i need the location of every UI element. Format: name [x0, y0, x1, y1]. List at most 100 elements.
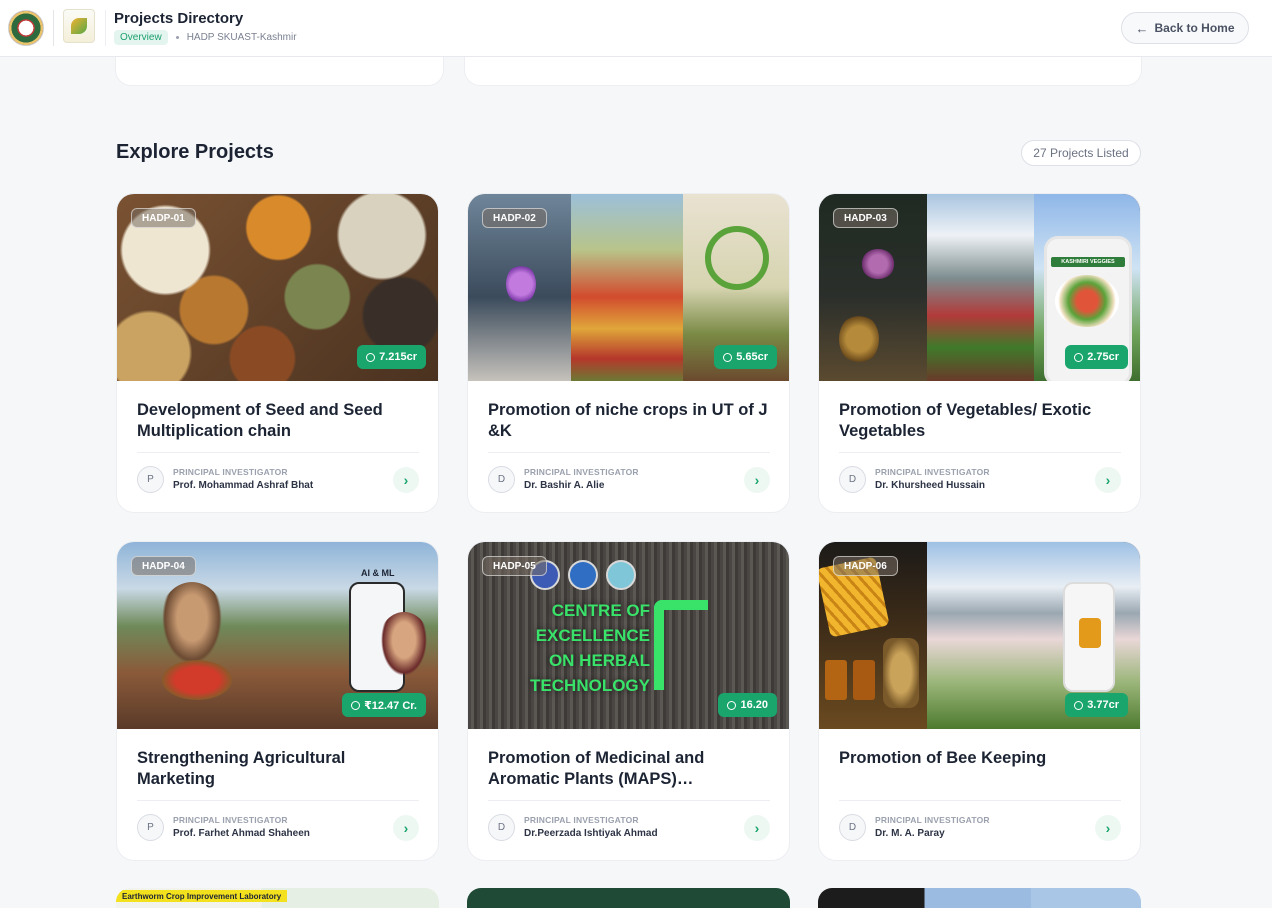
project-image: AI & ML HADP-04 ₹12.47 Cr.	[117, 542, 438, 729]
open-project-button[interactable]: ›	[744, 467, 770, 493]
card-divider	[839, 800, 1121, 801]
budget-badge: 7.215cr	[357, 345, 426, 369]
honey-jar	[825, 660, 847, 700]
woman-figure	[377, 612, 431, 682]
back-to-home-label: Back to Home	[1154, 21, 1235, 35]
budget-value: ₹12.47 Cr.	[364, 699, 417, 712]
image-panel	[571, 194, 683, 381]
project-code-tag: HADP-04	[131, 556, 196, 576]
budget-badge: 5.65cr	[714, 345, 777, 369]
budget-badge: 2.75cr	[1065, 345, 1128, 369]
breadcrumb: Overview HADP SKUAST-Kashmir	[114, 30, 297, 45]
sign-line: CENTRE OF	[551, 601, 650, 620]
pi-label: PRINCIPAL INVESTIGATOR	[524, 467, 639, 477]
card-divider	[488, 452, 770, 453]
breadcrumb-separator	[175, 36, 179, 39]
page-title: Projects Directory	[114, 10, 244, 27]
chevron-right-icon: ›	[403, 820, 409, 836]
pi-name: Dr. M. A. Paray	[875, 828, 945, 839]
budget-value: 5.65cr	[736, 351, 768, 363]
emblem-icon	[606, 560, 636, 590]
herbal-logo	[654, 600, 708, 690]
coin-icon	[1074, 700, 1084, 710]
budget-badge: ₹12.47 Cr.	[342, 693, 426, 717]
project-image: HADP-01 7.215cr	[117, 194, 438, 381]
open-project-button[interactable]: ›	[1095, 815, 1121, 841]
chevron-right-icon: ›	[754, 820, 760, 836]
pi-avatar: D	[839, 466, 866, 493]
section-title: Explore Projects	[116, 141, 274, 163]
project-card[interactable]	[818, 888, 1141, 908]
open-project-button[interactable]: ›	[393, 815, 419, 841]
overview-tag[interactable]: Overview	[114, 30, 168, 45]
hadp-logo	[63, 9, 95, 43]
back-to-home-button[interactable]: ← Back to Home	[1121, 12, 1249, 44]
open-project-button[interactable]: ›	[393, 467, 419, 493]
summary-card	[464, 57, 1142, 86]
card-divider	[839, 452, 1121, 453]
project-title[interactable]: Promotion of Vegetables/ Exotic Vegetabl…	[839, 400, 1129, 442]
pi-name: Prof. Mohammad Ashraf Bhat	[173, 480, 314, 491]
project-code-tag: HADP-03	[833, 208, 898, 228]
phone-app-title: KASHMIRI VEGGIES	[1051, 257, 1125, 267]
project-code-tag: HADP-01	[131, 208, 196, 228]
project-card[interactable]: AI & ML HADP-04 ₹12.47 Cr. Strengthening…	[116, 541, 439, 861]
card-divider	[137, 800, 419, 801]
project-image: CENTRE OF EXCELLENCE ON HERBAL TECHNOLOG…	[468, 542, 789, 729]
samovar	[883, 638, 919, 708]
project-card[interactable]: CENTRE OF EXCELLENCE ON HERBAL TECHNOLOG…	[467, 541, 790, 861]
pi-name: Dr. Bashir A. Alie	[524, 480, 605, 491]
pi-avatar: D	[488, 814, 515, 841]
budget-badge: 16.20	[718, 693, 777, 717]
project-title[interactable]: Development of Seed and Seed Multiplicat…	[137, 400, 427, 442]
pi-label: PRINCIPAL INVESTIGATOR	[173, 815, 288, 825]
emblem-icon	[568, 560, 598, 590]
project-code-tag: HADP-06	[833, 556, 898, 576]
card-divider	[137, 452, 419, 453]
coin-icon	[1074, 352, 1084, 362]
pi-avatar: P	[137, 814, 164, 841]
card-divider	[488, 800, 770, 801]
sign-line: TECHNOLOGY	[530, 676, 650, 695]
top-bar: Projects Directory Overview HADP SKUAST-…	[0, 0, 1272, 57]
summary-card	[115, 57, 444, 86]
budget-badge: 3.77cr	[1065, 693, 1128, 717]
project-card[interactable]: HADP-02 5.65cr Promotion of niche crops …	[467, 193, 790, 513]
pi-name: Prof. Farhet Ahmad Shaheen	[173, 828, 310, 839]
project-card[interactable]: HADP-06 3.77cr Promotion of Bee Keeping …	[818, 541, 1141, 861]
pi-label: PRINCIPAL INVESTIGATOR	[875, 467, 990, 477]
phone-mockup	[1063, 582, 1115, 692]
project-image: KASHMIRI VEGGIES HADP-03 2.75cr	[819, 194, 1140, 381]
leaf-icon	[71, 18, 87, 34]
pi-label: PRINCIPAL INVESTIGATOR	[524, 815, 639, 825]
project-title[interactable]: Promotion of Medicinal and Aromatic Plan…	[488, 748, 778, 790]
pi-name: Dr. Khursheed Hussain	[875, 480, 986, 491]
budget-value: 7.215cr	[379, 351, 417, 363]
org-label: HADP SKUAST-Kashmir	[186, 32, 297, 43]
pi-label: PRINCIPAL INVESTIGATOR	[173, 467, 288, 477]
logo-divider	[53, 10, 54, 46]
arrow-left-icon: ←	[1135, 20, 1149, 36]
pi-avatar: D	[839, 814, 866, 841]
tomato-basket	[162, 660, 232, 700]
herbal-sign: CENTRE OF EXCELLENCE ON HERBAL TECHNOLOG…	[490, 598, 650, 698]
open-project-button[interactable]: ›	[1095, 467, 1121, 493]
project-title[interactable]: Promotion of Bee Keeping	[839, 748, 1129, 769]
coin-icon	[727, 700, 737, 710]
chevron-right-icon: ›	[754, 472, 760, 488]
project-card[interactable]: HADP-01 7.215cr Development of Seed and …	[116, 193, 439, 513]
coin-icon	[366, 352, 376, 362]
project-card[interactable]: KASHMIRI VEGGIES HADP-03 2.75cr Promotio…	[818, 193, 1141, 513]
project-code-tag: HADP-05	[482, 556, 547, 576]
ai-ml-badge: AI & ML	[361, 568, 395, 578]
open-project-button[interactable]: ›	[744, 815, 770, 841]
project-card[interactable]: Earthworm Crop Improvement Laboratory	[116, 888, 439, 908]
honey-jar	[853, 660, 875, 700]
budget-value: 16.20	[740, 699, 768, 711]
project-title[interactable]: Strengthening Agricultural Marketing	[137, 748, 427, 790]
budget-value: 3.77cr	[1087, 699, 1119, 711]
project-title[interactable]: Promotion of niche crops in UT of J &K	[488, 400, 778, 442]
project-card[interactable]	[467, 888, 790, 908]
lab-banner: Earthworm Crop Improvement Laboratory	[116, 890, 288, 902]
image-panel	[927, 194, 1034, 381]
